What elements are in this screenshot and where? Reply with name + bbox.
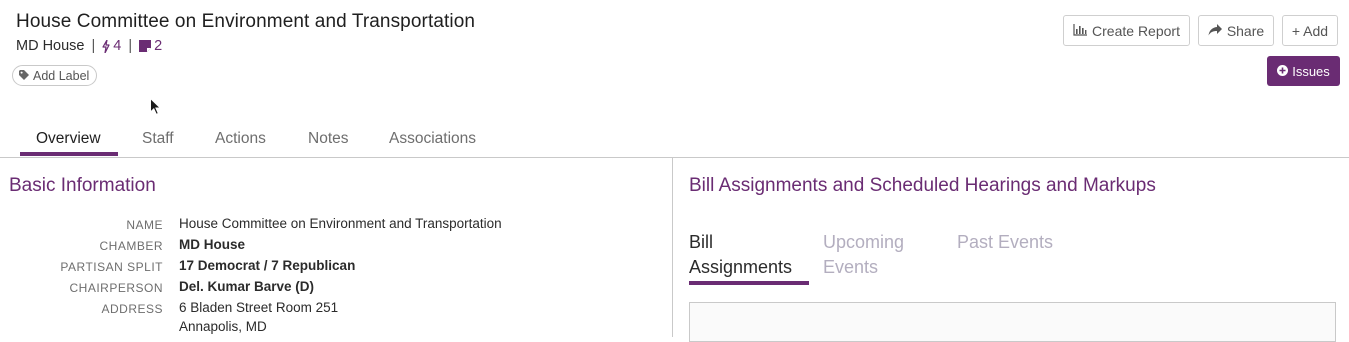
share-label: Share xyxy=(1226,22,1265,39)
tab-line: Bill xyxy=(689,232,714,252)
note-icon xyxy=(139,40,152,52)
tag-icon xyxy=(19,69,29,83)
add-button[interactable]: + Add xyxy=(1282,15,1338,46)
tab-associations[interactable]: Associations xyxy=(389,130,476,148)
issues-label: Issues xyxy=(1292,63,1330,79)
address-line2: Annapolis, MD xyxy=(179,319,267,334)
plus-circle-icon xyxy=(1277,64,1289,79)
notes-count-link[interactable]: 2 xyxy=(139,38,162,54)
chairperson-label: CHAIRPERSON xyxy=(69,281,163,295)
tab-upcoming-events[interactable]: Upcoming Events xyxy=(823,230,904,280)
add-label-button[interactable]: Add Label xyxy=(12,65,98,86)
tab-bill-assignments[interactable]: Bill Assignments xyxy=(689,230,792,280)
committee-subtitle: MD House | 4 | 2 xyxy=(16,38,162,54)
actions-count-link[interactable]: 4 xyxy=(102,38,121,54)
chamber-text: MD House xyxy=(16,38,85,54)
name-label: NAME xyxy=(126,218,163,232)
chairperson-value: Del. Kumar Barve (D) xyxy=(179,279,315,294)
chamber-label: CHAMBER xyxy=(99,239,163,253)
tab-past-events[interactable]: Past Events xyxy=(957,230,1053,255)
address-line1: 6 Bladen Street Room 251 xyxy=(179,300,339,315)
tab-notes[interactable]: Notes xyxy=(308,130,349,148)
notes-count: 2 xyxy=(154,38,163,54)
mouse-cursor-icon xyxy=(150,97,162,120)
add-label-text: Add Label xyxy=(33,68,90,83)
create-report-label: Create Report xyxy=(1092,22,1180,39)
active-subtab-indicator xyxy=(689,281,809,285)
tab-staff[interactable]: Staff xyxy=(142,130,174,148)
bar-chart-icon xyxy=(1073,23,1088,39)
basic-info-title: Basic Information xyxy=(9,175,156,196)
separator: | xyxy=(128,38,133,54)
bills-title: Bill Assignments and Scheduled Hearings … xyxy=(689,175,1156,196)
add-label: + Add xyxy=(1291,22,1329,39)
share-icon xyxy=(1208,23,1222,39)
separator: | xyxy=(91,38,96,54)
main-tabs: Overview Staff Actions Notes Association… xyxy=(0,128,1349,158)
share-button[interactable]: Share xyxy=(1198,15,1274,46)
actions-count: 4 xyxy=(113,38,122,54)
tab-line: Past Events xyxy=(957,232,1054,252)
tab-overview[interactable]: Overview xyxy=(36,130,101,148)
tab-line: Events xyxy=(823,257,879,277)
create-report-button[interactable]: Create Report xyxy=(1063,15,1190,46)
partisan-split-label: PARTISAN SPLIT xyxy=(60,260,163,274)
column-divider xyxy=(672,157,673,337)
tab-line: Assignments xyxy=(689,257,793,277)
bolt-icon xyxy=(102,39,110,53)
chamber-value: MD House xyxy=(179,237,246,252)
tab-line: Upcoming xyxy=(823,232,905,252)
page-title: House Committee on Environment and Trans… xyxy=(16,11,476,32)
bill-assignments-panel xyxy=(689,302,1336,342)
address-label: ADDRESS xyxy=(101,302,163,316)
name-value: House Committee on Environment and Trans… xyxy=(179,216,502,231)
issues-button[interactable]: Issues xyxy=(1267,56,1340,86)
active-tab-indicator xyxy=(20,152,118,156)
tab-actions[interactable]: Actions xyxy=(215,130,266,148)
partisan-split-value: 17 Democrat / 7 Republican xyxy=(179,258,356,273)
